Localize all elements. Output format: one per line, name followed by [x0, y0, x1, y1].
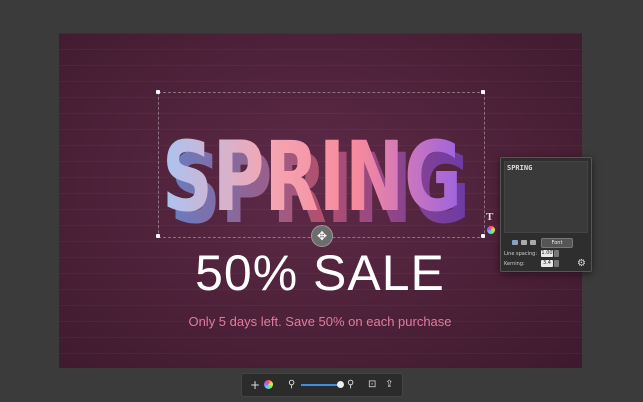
kerning-label: Kerning: — [504, 261, 525, 267]
zoom-slider[interactable] — [301, 384, 340, 386]
text-input-area[interactable]: SPRING — [504, 161, 588, 233]
line-spacing-stepper[interactable] — [554, 250, 559, 257]
style-icon[interactable] — [530, 240, 536, 245]
resize-handle-tl[interactable] — [156, 90, 160, 94]
share-icon[interactable]: ⇪ — [385, 377, 393, 393]
bottom-toolbar: + ⚲ ⚲ ⊡ ⇪ — [241, 373, 403, 397]
font-button[interactable]: Font — [541, 238, 573, 248]
line-spacing-label: Line spacing: — [504, 251, 538, 257]
text-properties-panel: SPRING Font Line spacing: 1.00 Kerning: … — [500, 157, 592, 272]
selection-box — [158, 92, 485, 238]
folder-icon[interactable] — [512, 240, 518, 245]
add-button[interactable]: + — [250, 377, 260, 393]
crop-icon[interactable]: ⊡ — [368, 377, 376, 393]
subtitle-text[interactable]: Only 5 days left. Save 50% on each purch… — [120, 314, 520, 329]
gear-icon[interactable]: ⚙ — [577, 258, 586, 269]
line-spacing-field[interactable]: 1.00 — [541, 250, 553, 257]
color-picker-icon[interactable] — [487, 226, 495, 234]
text-tool-icon[interactable]: T — [486, 211, 493, 223]
zoom-slider-knob[interactable] — [337, 381, 344, 388]
kerning-stepper[interactable] — [554, 260, 559, 267]
sale-text[interactable]: 50% SALE — [120, 244, 520, 302]
kerning-field[interactable]: 3.4 — [541, 260, 553, 267]
resize-handle-tr[interactable] — [481, 90, 485, 94]
zoom-out-icon[interactable]: ⚲ — [288, 377, 295, 393]
align-icon[interactable] — [521, 240, 527, 245]
resize-handle-bl[interactable] — [156, 234, 160, 238]
zoom-in-icon[interactable]: ⚲ — [347, 377, 354, 393]
resize-handle-br[interactable] — [481, 234, 485, 238]
palette-icon[interactable] — [264, 380, 273, 389]
move-rotate-icon: ✥ — [316, 229, 328, 243]
